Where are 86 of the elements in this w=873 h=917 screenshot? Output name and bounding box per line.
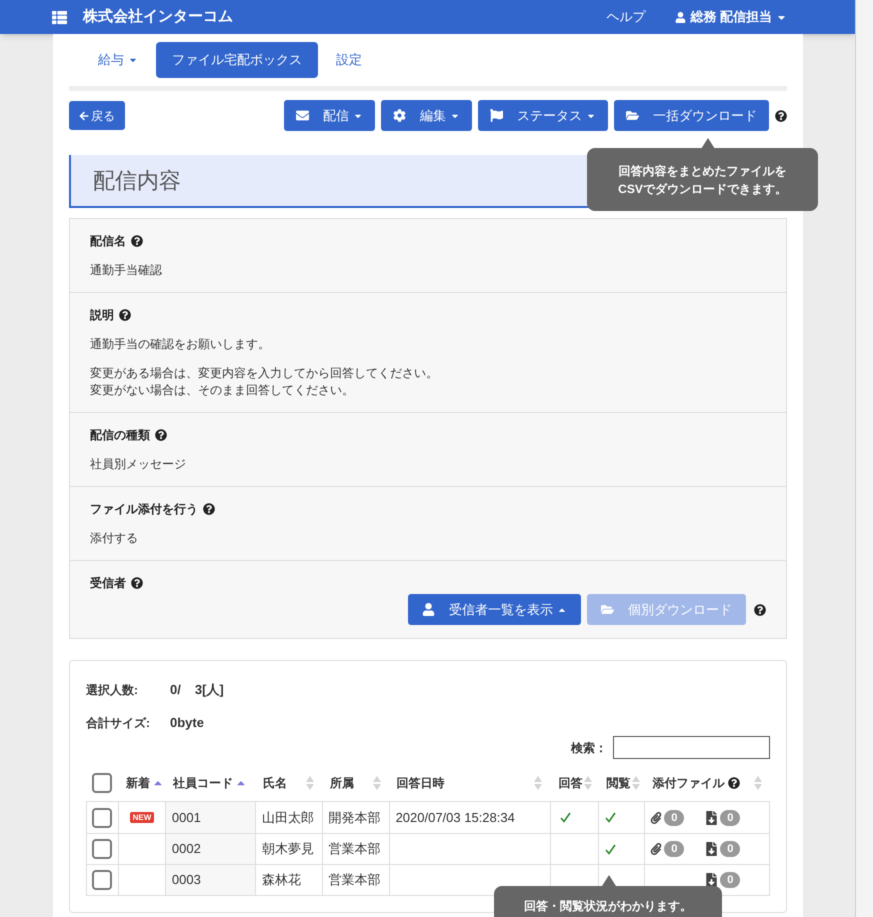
search-label: 検索： <box>571 740 607 756</box>
table-cell: 朝木夢見 <box>256 834 323 864</box>
help-icon[interactable] <box>728 777 740 789</box>
flag-icon <box>490 109 503 122</box>
table-cell: 開発本部 <box>322 802 390 833</box>
help-icon[interactable] <box>131 577 143 589</box>
column-header[interactable]: 回答日時 <box>396 774 445 792</box>
check-icon <box>605 844 616 854</box>
toolbar-button[interactable]: 一括ダウンロード <box>614 100 769 131</box>
table-cell: 0002 <box>166 834 256 864</box>
tooltip-arrow <box>602 875 616 886</box>
toolbar-button[interactable]: ステータス <box>478 100 608 131</box>
nav-tab[interactable]: 設定 <box>320 42 378 78</box>
user-icon <box>675 12 686 22</box>
table-cell: 森林花 <box>256 865 323 895</box>
file-download-icon <box>706 810 718 824</box>
field-label: 説明 <box>90 307 114 324</box>
count-badge: 0 <box>664 810 684 826</box>
table-cell: 営業本部 <box>322 865 390 895</box>
help-icon[interactable] <box>775 110 787 122</box>
table-cell: 2020/07/03 15:28:34 <box>390 802 552 833</box>
field-label: 配信名 <box>90 233 126 250</box>
paperclip-icon <box>650 843 662 855</box>
checkbox[interactable] <box>92 773 112 793</box>
field-value: 変更がある場合は、変更内容を入力してから回答してください。 <box>90 365 438 382</box>
back-button[interactable]: 戻る <box>69 101 125 130</box>
column-header[interactable]: 社員コード <box>172 774 233 792</box>
paperclip-icon <box>650 812 662 824</box>
column-header[interactable]: 氏名 <box>262 774 287 792</box>
field-label: 受信者 <box>90 575 126 592</box>
checkbox[interactable] <box>92 870 112 890</box>
column-header[interactable]: 所属 <box>330 774 354 792</box>
summary-value: 3[人] <box>194 681 224 700</box>
count-badge: 0 <box>720 810 740 826</box>
summary-label: 選択人数: <box>86 682 139 699</box>
field-label: ファイル添付を行う <box>90 501 198 518</box>
field-value: 社員別メッセージ <box>90 456 186 473</box>
file-download-icon <box>706 842 718 856</box>
table-cell: 0001 <box>166 802 256 833</box>
count-badge: 0 <box>664 841 684 857</box>
check-icon <box>560 812 572 823</box>
column-header[interactable]: 閲覧 <box>606 774 630 792</box>
help-icon[interactable] <box>119 309 131 321</box>
check-icon <box>605 812 616 823</box>
table-cell: 0003 <box>166 865 256 895</box>
help-icon[interactable] <box>131 235 143 247</box>
field-value: 変更がない場合は、そのまま回答してください。 <box>90 382 354 399</box>
count-badge: 0 <box>720 841 740 857</box>
nav-tab[interactable]: ファイル宅配ボックス <box>156 42 318 78</box>
help-icon[interactable] <box>203 503 215 515</box>
brand-title[interactable]: 株式会社インターコム <box>83 6 233 28</box>
field-value: 通勤手当確認 <box>90 262 162 279</box>
user-icon <box>422 603 435 616</box>
help-link[interactable]: ヘルプ <box>606 7 646 27</box>
grid-menu-icon[interactable] <box>52 10 67 24</box>
toolbar-button[interactable]: 配信 <box>284 100 375 131</box>
summary-value: 0byte <box>170 714 204 732</box>
summary-label: 合計サイズ: <box>86 715 151 732</box>
new-badge: NEW <box>130 812 154 823</box>
user-menu[interactable]: 総務 配信担当 <box>675 7 787 27</box>
folder-icon <box>601 603 614 616</box>
tooltip: 回答内容をまとめたファイルを CSVでダウンロードできます。 <box>587 148 818 211</box>
search-field[interactable] <box>613 736 770 759</box>
toolbar-button[interactable]: 編集 <box>381 100 472 131</box>
table-cell: 営業本部 <box>322 834 390 864</box>
recipient-button[interactable]: 受信者一覧を表示 <box>408 594 581 625</box>
help-icon[interactable] <box>754 604 766 616</box>
nav-tab[interactable]: 給与 <box>82 42 154 78</box>
help-icon[interactable] <box>155 429 167 441</box>
count-badge: 0 <box>720 872 740 888</box>
column-header[interactable]: 新着 <box>126 774 150 792</box>
summary-value: 0/ <box>170 681 181 700</box>
gear-icon <box>393 109 406 122</box>
tooltip: 回答・閲覧状況がわかります。 <box>494 886 722 917</box>
checkbox[interactable] <box>92 839 112 859</box>
checkbox[interactable] <box>92 808 112 828</box>
table-cell: 山田太郎 <box>256 802 323 833</box>
field-value: 添付する <box>90 530 138 547</box>
column-header[interactable]: 回答 <box>558 774 582 792</box>
column-header[interactable]: 添付ファイル <box>652 774 724 792</box>
field-value: 通勤手当の確認をお願いします。 <box>90 336 270 353</box>
mail-icon <box>296 109 309 122</box>
folder-icon <box>626 109 639 122</box>
arrow-left-icon <box>79 110 89 120</box>
file-download-icon <box>706 873 718 887</box>
field-label: 配信の種類 <box>90 427 150 444</box>
